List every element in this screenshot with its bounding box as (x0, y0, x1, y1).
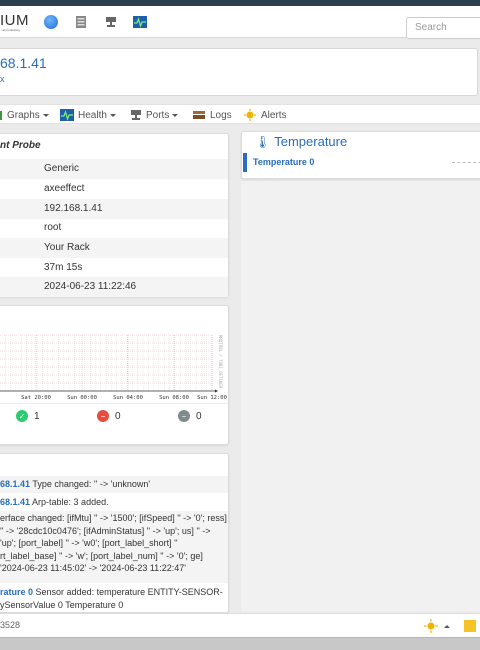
tab-health-label: Health (78, 109, 107, 121)
health-icon (60, 109, 74, 121)
event-row: 68.1.41 Type changed: '' -> 'unknown' (0, 476, 228, 493)
overview-row: 37m 15s (0, 258, 228, 278)
overview-value: Your Rack (44, 242, 90, 253)
chevron-down-icon (109, 113, 116, 117)
chevron-down-icon (172, 113, 179, 117)
x-tick-label: Sun 12:00 (197, 395, 227, 401)
tab-logs-label: Logs (210, 109, 232, 121)
overview-value: 2024-06-23 11:22:46 (44, 281, 137, 292)
event-row: 68.1.41 Arp-table: 3 added. (0, 494, 228, 511)
device-subtitle: x (0, 74, 5, 84)
temperature-title[interactable]: 🌡 Temperature (255, 134, 347, 149)
sticky-note-icon[interactable] (464, 620, 476, 632)
x-axis-arrow (215, 389, 218, 393)
status-summary: ✓ 1 −0 −0 (0, 403, 228, 428)
event-link[interactable]: rature 0 (0, 587, 33, 597)
event-text: Type changed: '' -> 'unknown' (30, 479, 151, 489)
alerts-icon (244, 109, 256, 121)
x-tick-label: Sun 04:00 (113, 395, 143, 401)
top-navbar: IUM ...al monitoring Search (0, 6, 480, 39)
logo-subtitle: ...al monitoring (0, 28, 20, 32)
overview-value: 37m 15s (44, 262, 83, 273)
overview-row: axeeffect (0, 179, 228, 199)
event-text: Arp-table: 3 added. (30, 497, 109, 507)
footer-number: 3528 (0, 620, 21, 630)
temperature-title-label: Temperature (274, 134, 348, 149)
event-row: rature 0 Sensor added: temperature ENTIT… (0, 585, 228, 612)
chart-svg: RRDTOOL / TOBI OETIKER Sat 20:00 Sun 00:0… (0, 334, 227, 401)
status-down-count: 0 (115, 410, 121, 422)
ports-nav-icon[interactable] (104, 15, 118, 29)
event-link[interactable]: 68.1.41 (0, 497, 30, 507)
chevron-up-icon[interactable] (444, 625, 450, 628)
status-up-count: 1 (34, 410, 40, 422)
tab-graphs[interactable]: Graphs (0, 109, 49, 121)
overview-row: Generic (0, 159, 228, 179)
x-tick-label: Sun 08:00 (159, 395, 189, 401)
tab-alerts[interactable]: Alerts (243, 109, 287, 121)
event-row: erface changed: [ifMtu] '' -> '1500'; [i… (0, 511, 228, 583)
overview-row: root (0, 218, 228, 238)
status-disabled[interactable]: −0 (178, 410, 202, 422)
minus-icon: − (178, 410, 190, 422)
minus-icon: − (97, 410, 109, 422)
globe-icon[interactable] (44, 15, 58, 29)
tab-logs[interactable]: Logs (192, 109, 232, 121)
tab-alerts-label: Alerts (261, 109, 287, 121)
x-tick-label: Sat 20:00 (21, 395, 51, 401)
chevron-down-icon (42, 113, 49, 117)
logs-icon (193, 111, 205, 119)
tab-graphs-label: Graphs (7, 109, 40, 121)
overview-value: 192.168.1.41 (44, 203, 103, 214)
overview-row: Your Rack (0, 238, 228, 258)
graphs-icon (0, 111, 2, 120)
overview-value: Generic (44, 163, 80, 174)
tab-ports[interactable]: Ports (130, 109, 179, 121)
ports-icon (131, 110, 141, 120)
tab-health[interactable]: Health (60, 109, 116, 121)
overview-value: root (44, 222, 62, 233)
device-tab-bar: Graphs Health Ports Logs Alerts (0, 104, 480, 124)
search-input[interactable]: Search (406, 17, 480, 39)
chart-rotated-label: RRDTOOL / TOBI OETIKER (218, 335, 223, 389)
overview-title: nt Probe (0, 140, 41, 151)
event-link[interactable]: 68.1.41 (0, 479, 30, 489)
health-nav-icon[interactable] (133, 15, 147, 29)
x-tick-label: Sun 00:00 (67, 395, 97, 401)
logo[interactable]: IUM (0, 12, 29, 29)
overview-row: 2024-06-23 11:22:46 (0, 277, 228, 297)
thermometer-icon: 🌡 (255, 135, 271, 149)
bottom-strip (0, 637, 480, 650)
device-header-panel (0, 48, 478, 96)
event-text: erface changed: [ifMtu] '' -> '1500'; [i… (0, 513, 227, 573)
sparkline-placeholder (452, 162, 480, 163)
overview-row: 192.168.1.41 (0, 199, 228, 219)
check-icon: ✓ (16, 410, 28, 422)
status-up[interactable]: ✓ 1 (16, 410, 40, 422)
alerts-footer-icon[interactable] (424, 619, 438, 636)
page-footer: 3528 (0, 613, 480, 637)
tab-ports-label: Ports (146, 109, 170, 121)
status-disabled-count: 0 (196, 410, 202, 422)
ping-graph[interactable]: RRDTOOL / TOBI OETIKER Sat 20:00 Sun 00:0… (0, 333, 228, 403)
device-title[interactable]: 68.1.41 (0, 55, 47, 71)
devices-icon[interactable] (74, 15, 88, 29)
status-down[interactable]: −0 (97, 410, 121, 422)
event-text: Sensor added: temperature ENTITY-SENSOR-… (0, 587, 223, 610)
temperature-row-label[interactable]: Temperature 0 (253, 157, 314, 167)
right-column-background (241, 181, 480, 611)
temperature-row[interactable]: Temperature 0 (243, 153, 480, 172)
overview-value: axeeffect (44, 183, 85, 194)
